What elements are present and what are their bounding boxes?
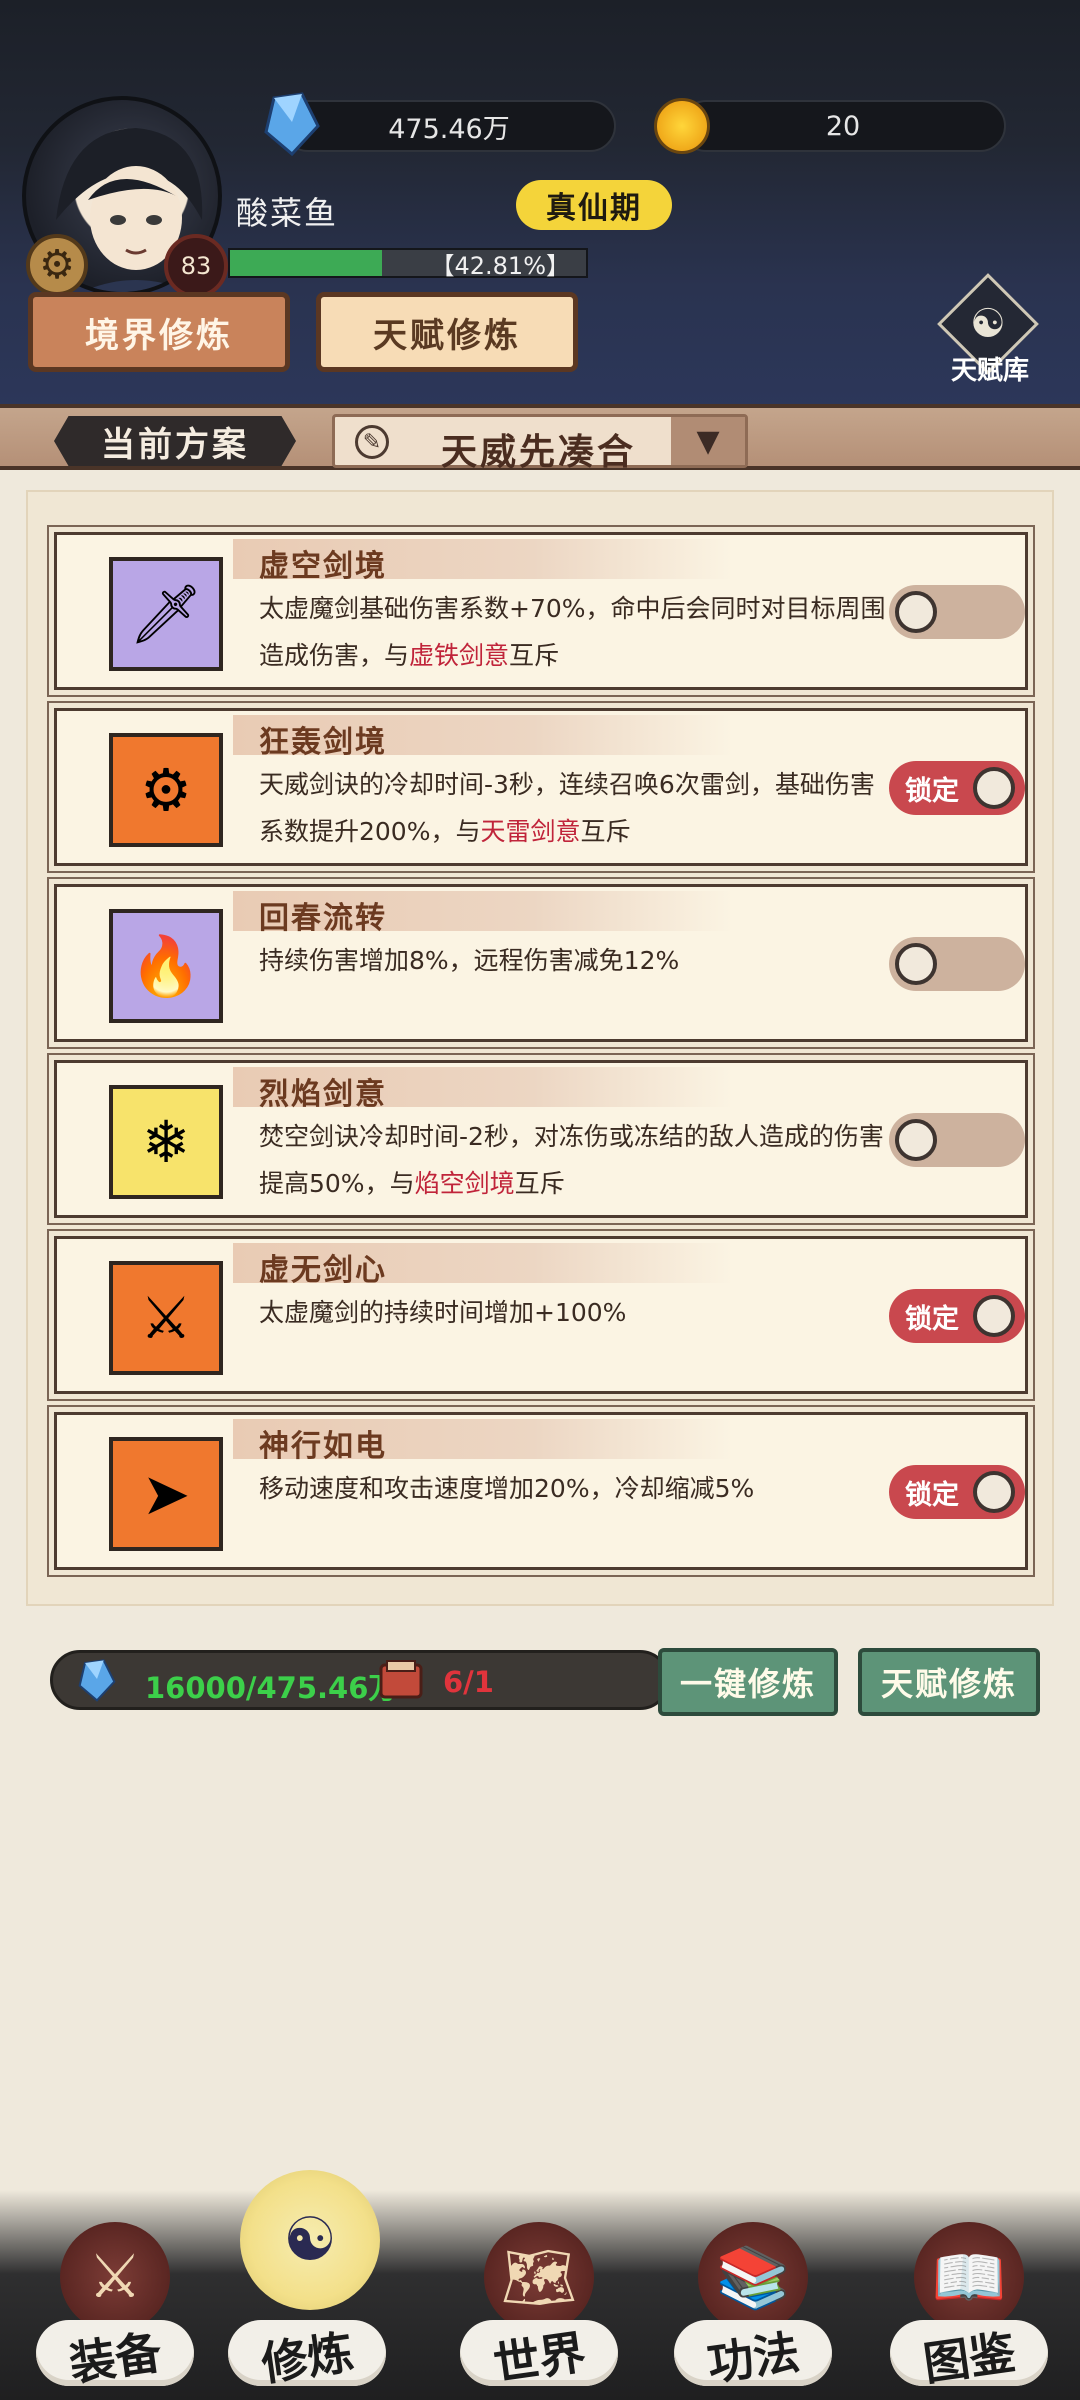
lightning-arrow-icon: ➤	[109, 1437, 223, 1551]
cost-bar: 16000/475.46万 6/1	[50, 1650, 670, 1710]
talent-card[interactable]: ➤ 神行如电 移动速度和攻击速度增加20%，冷却缩减5% 锁定	[54, 1412, 1028, 1570]
talent-title: 虚无剑心	[259, 1253, 387, 1288]
talent-description: 焚空剑诀冷却时间-2秒，对冻伤或冻结的敌人造成的伤害提高50%，与焰空剑境互斥	[259, 1122, 884, 1198]
exclusive-talent-name: 天雷剑意	[480, 817, 581, 846]
talent-description: 太虚魔剑的持续时间增加+100%	[259, 1298, 627, 1327]
exp-percent: 【42.81%】	[430, 251, 570, 280]
exclusive-talent-name: 焰空剑境	[414, 1169, 515, 1198]
crystal-resource[interactable]: 475.46万	[282, 100, 616, 152]
toggle-knob	[895, 1119, 937, 1161]
dark-sword-icon: ⚔	[109, 1261, 223, 1375]
exclusive-talent-name: 虚铁剑意	[409, 641, 510, 670]
talent-description: 天威剑诀的冷却时间-3秒，连续召唤6次雷剑，基础伤害系数提升200%，与天雷剑意…	[259, 770, 875, 846]
lock-toggle[interactable]: 锁定	[889, 1289, 1025, 1343]
talent-library-label: 天赋库	[950, 356, 1029, 386]
coin-resource[interactable]: 20	[680, 100, 1006, 152]
talent-description: 移动速度和攻击速度增加20%，冷却缩减5%	[259, 1474, 755, 1503]
nav-codex[interactable]: 📖 图鉴	[884, 2210, 1054, 2400]
flame-blood-icon: 🔥	[109, 909, 223, 1023]
scroll-book-icon	[379, 1660, 423, 1699]
crystal-amount: 475.46万	[388, 113, 510, 145]
talent-title: 狂轰剑境	[259, 725, 387, 760]
talent-cultivate-button[interactable]: 天赋修炼	[858, 1648, 1040, 1716]
talent-panel: 🗡 虚空剑境 太虚魔剑基础伤害系数+70%，命中后会同时对目标周围造成伤害，与虚…	[26, 490, 1054, 1606]
level-badge: 83	[164, 234, 228, 298]
nav-cultivate[interactable]: ☯ 修炼	[222, 2170, 392, 2400]
scheme-label: 当前方案	[54, 416, 296, 466]
talent-title: 虚空剑境	[259, 549, 387, 584]
talent-card[interactable]: ⚔ 虚无剑心 太虚魔剑的持续时间增加+100% 锁定	[54, 1236, 1028, 1394]
nav-skills[interactable]: 📚 功法	[668, 2210, 838, 2400]
lock-toggle[interactable]: 锁定	[889, 761, 1025, 815]
nav-world[interactable]: 🗺 世界	[454, 2210, 624, 2400]
tab-talent-cultivation[interactable]: 天赋修炼	[316, 292, 578, 372]
tab-realm-cultivation[interactable]: 境界修炼	[28, 292, 290, 372]
scheme-bar: 当前方案 ✎ 天威先凑合 ▼	[0, 404, 1080, 473]
talent-title: 回春流转	[259, 901, 387, 936]
crystal-icon	[264, 92, 320, 157]
exp-bar: 【42.81%】	[228, 248, 588, 280]
lock-toggle[interactable]	[889, 585, 1025, 639]
talent-card[interactable]: ❄ 烈焰剑意 焚空剑诀冷却时间-2秒，对冻伤或冻结的敌人造成的伤害提高50%，与…	[54, 1060, 1028, 1218]
lock-label: 锁定	[905, 776, 959, 807]
cultivator-figure-icon: ☯	[240, 2170, 380, 2310]
header: 475.46万 20 ⚙ 酸菜鱼 真仙期 【42.81%】 83 境界修炼 天赋…	[0, 0, 1080, 410]
toggle-knob	[895, 591, 937, 633]
crystal-icon	[78, 1659, 116, 1702]
coin-icon	[654, 98, 710, 154]
talent-card[interactable]: 🔥 回春流转 持续伤害增加8%，远程伤害减免12%	[54, 884, 1028, 1042]
lock-toggle[interactable]	[889, 1113, 1025, 1167]
scheme-name: 天威先凑合	[441, 432, 637, 473]
talent-description: 太虚魔剑基础伤害系数+70%，命中后会同时对目标周围造成伤害，与虚铁剑意互斥	[259, 594, 886, 670]
lock-toggle[interactable]: 锁定	[889, 1465, 1025, 1519]
blade-ring-icon: ⚙	[109, 733, 223, 847]
settings-gear-icon[interactable]: ⚙	[26, 234, 88, 296]
chevron-down-icon[interactable]: ▼	[671, 417, 745, 465]
crystal-cost: 16000/475.46万	[145, 1671, 398, 1705]
scroll-cost: 6/1	[443, 1665, 494, 1699]
bottom-nav: ⚔ 装备 ☯ 修炼 🗺 世界 📚 功法 📖 图鉴	[0, 2170, 1080, 2400]
coin-amount: 20	[825, 110, 861, 142]
talent-description: 持续伤害增加8%，远程伤害减免12%	[259, 946, 680, 975]
toggle-knob	[895, 943, 937, 985]
talent-title: 神行如电	[259, 1429, 387, 1464]
talent-card[interactable]: 🗡 虚空剑境 太虚魔剑基础伤害系数+70%，命中后会同时对目标周围造成伤害，与虚…	[54, 532, 1028, 690]
sword-icon: 🗡	[109, 557, 223, 671]
realm-badge: 真仙期	[516, 180, 672, 230]
toggle-knob	[973, 1471, 1015, 1513]
edit-pencil-icon[interactable]: ✎	[355, 425, 389, 459]
toggle-knob	[973, 1295, 1015, 1337]
nav-equipment[interactable]: ⚔ 装备	[30, 2210, 200, 2400]
fire-ice-icon: ❄	[109, 1085, 223, 1199]
talent-library-button[interactable]: ☯ 天赋库	[930, 273, 1050, 388]
talent-title: 烈焰剑意	[259, 1077, 387, 1112]
lock-label: 锁定	[905, 1304, 959, 1335]
player-name: 酸菜鱼	[236, 194, 339, 232]
toggle-knob	[973, 767, 1015, 809]
scheme-select[interactable]: ✎ 天威先凑合 ▼	[332, 414, 748, 473]
lock-toggle[interactable]	[889, 937, 1025, 991]
one-click-cultivate-button[interactable]: 一键修炼	[658, 1648, 838, 1716]
lock-label: 锁定	[905, 1480, 959, 1511]
talent-card[interactable]: ⚙ 狂轰剑境 天威剑诀的冷却时间-3秒，连续召唤6次雷剑，基础伤害系数提升200…	[54, 708, 1028, 866]
